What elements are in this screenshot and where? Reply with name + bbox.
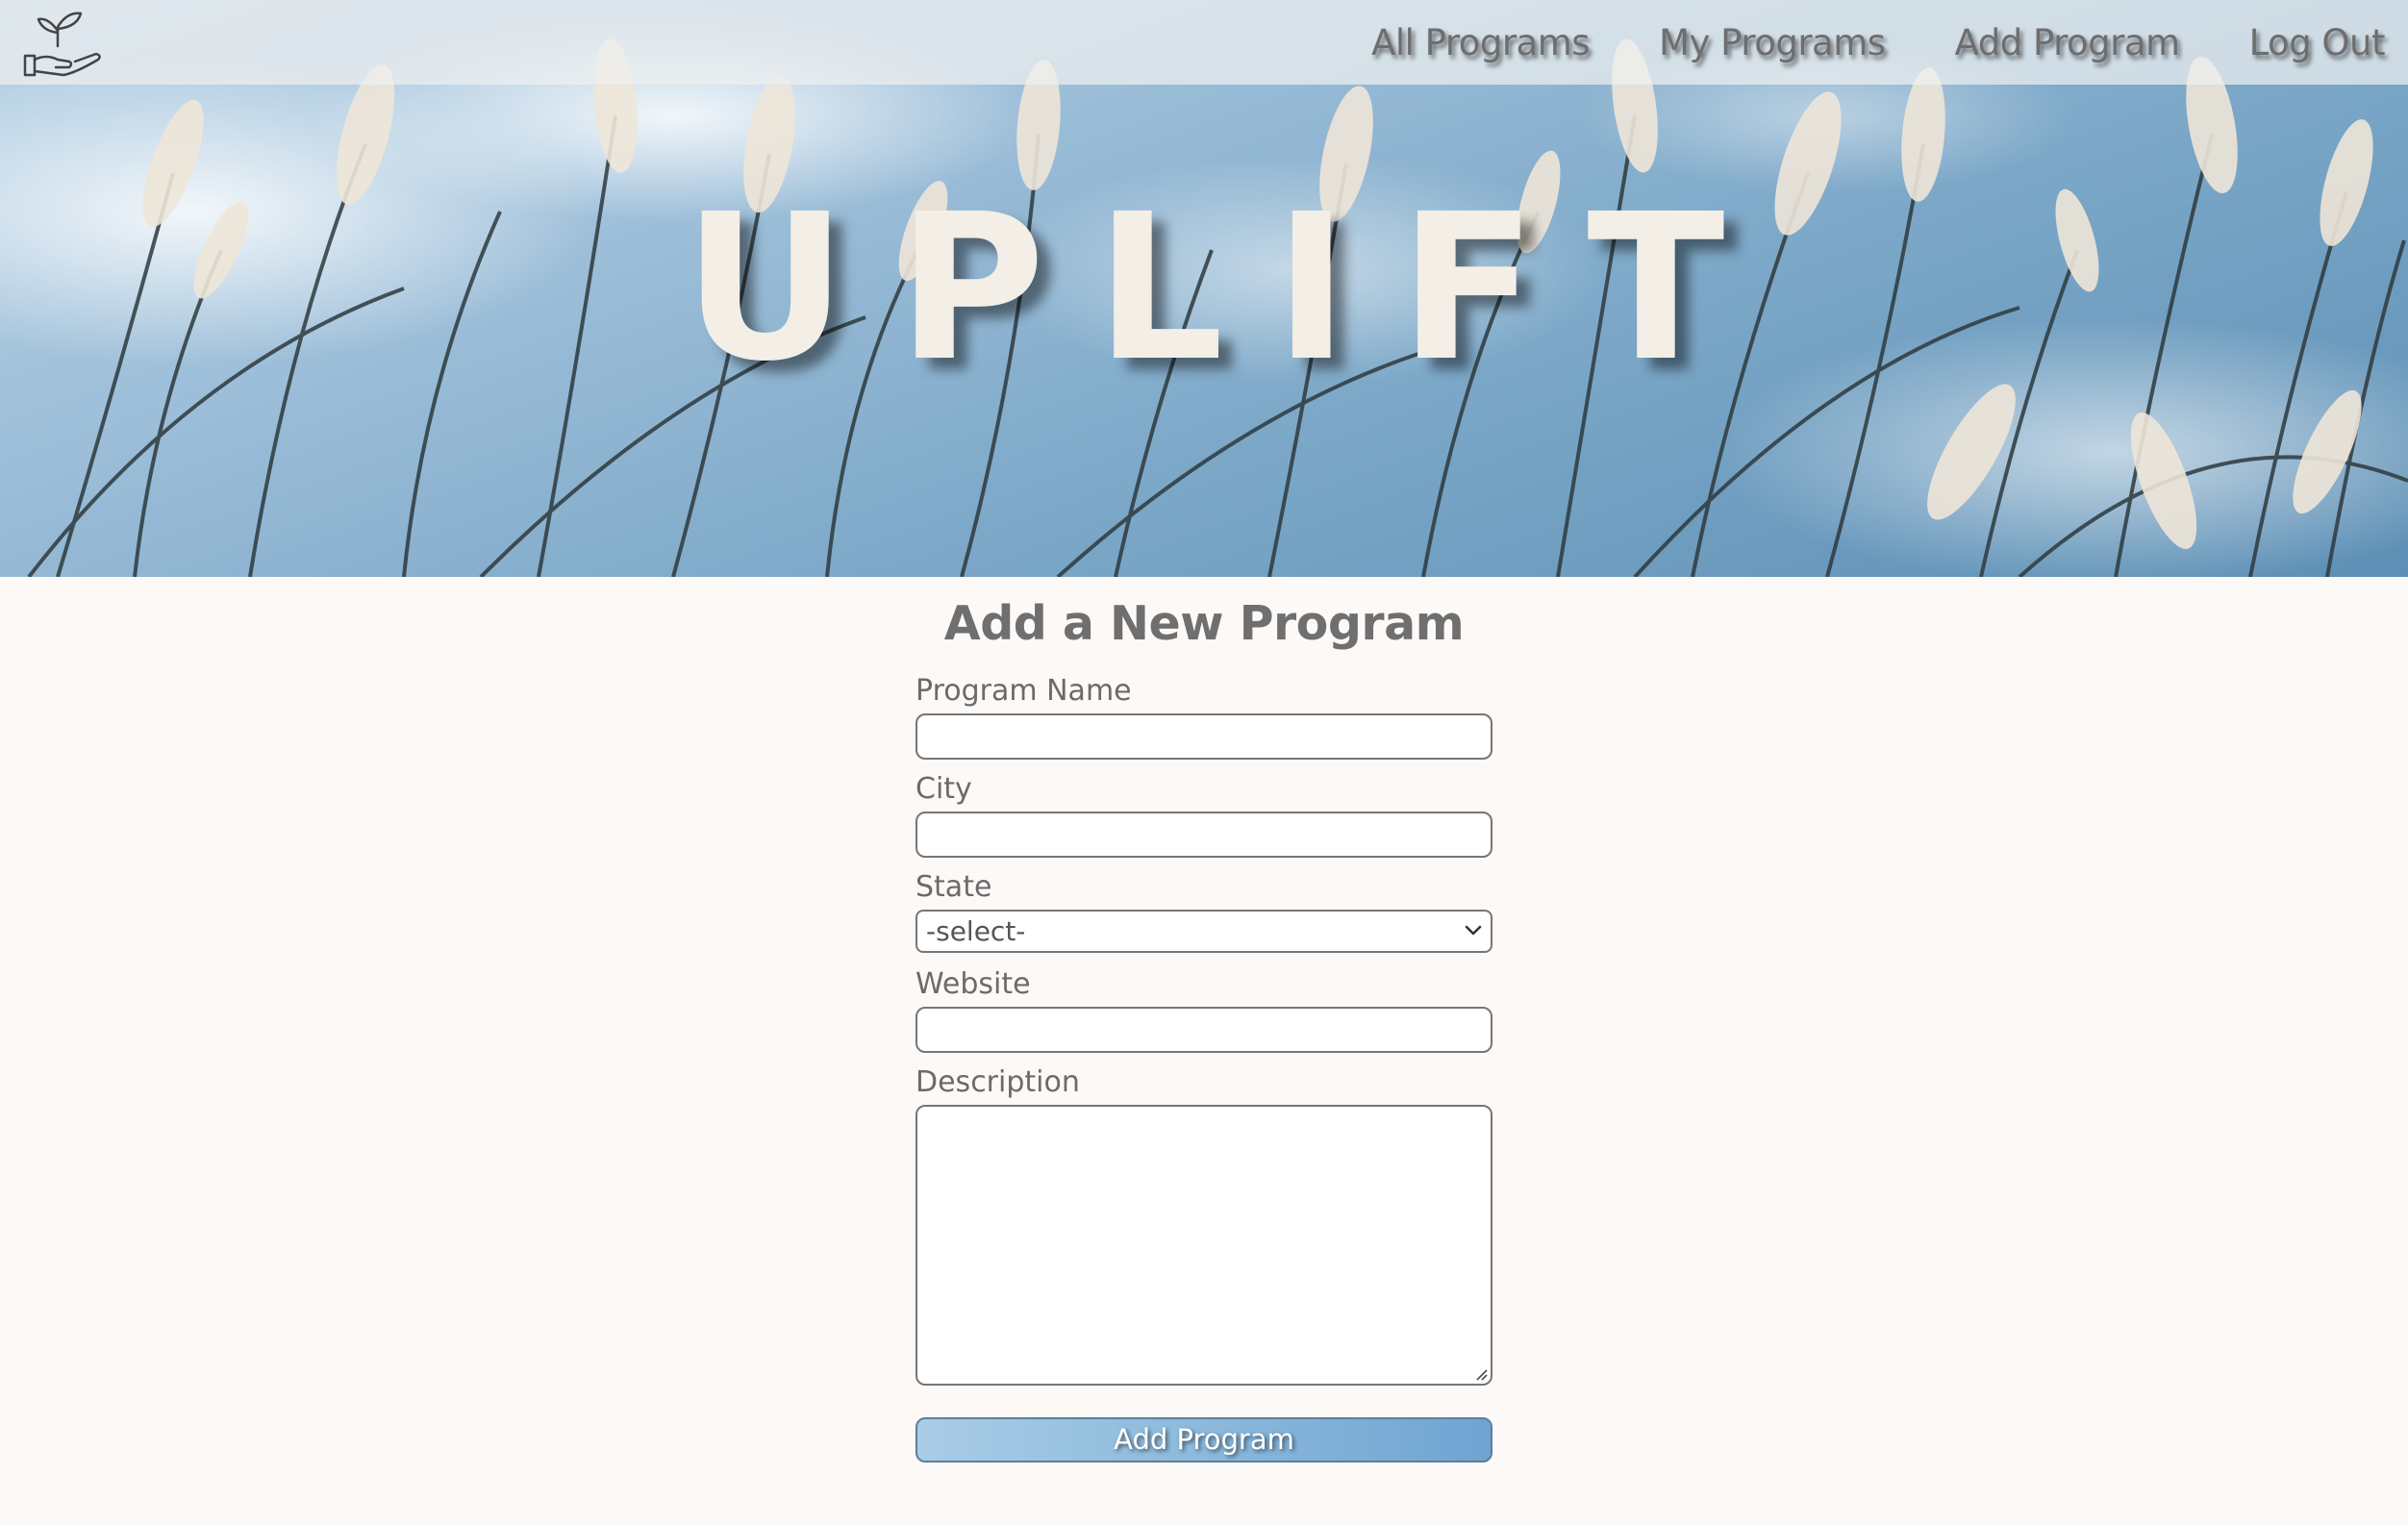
hero-banner: All Programs My Programs Add Program Log…	[0, 0, 2408, 577]
chevron-down-icon	[1465, 925, 1482, 936]
nav-add-program[interactable]: Add Program	[1955, 22, 2181, 63]
city-label: City	[916, 772, 972, 806]
website-label: Website	[916, 967, 1031, 1001]
add-program-button[interactable]: Add Program	[916, 1417, 1492, 1462]
top-navbar: All Programs My Programs Add Program Log…	[0, 0, 2408, 85]
nav-all-programs[interactable]: All Programs	[1371, 22, 1591, 63]
program-name-label: Program Name	[916, 674, 1132, 708]
program-name-input[interactable]	[916, 713, 1492, 760]
description-label: Description	[916, 1065, 1080, 1099]
page-title: Add a New Program	[943, 596, 1465, 651]
state-select[interactable]: -select-	[916, 910, 1492, 953]
add-program-form: Add a New Program Program Name City Stat…	[916, 587, 1492, 1462]
nav-my-programs[interactable]: My Programs	[1659, 22, 1886, 63]
city-input[interactable]	[916, 812, 1492, 858]
state-select-value: -select-	[926, 915, 1026, 947]
resize-handle-icon[interactable]	[1472, 1365, 1488, 1381]
hand-sprout-icon[interactable]	[21, 6, 104, 79]
brand-title: UPLIFT	[683, 170, 1775, 406]
website-input[interactable]	[916, 1007, 1492, 1053]
description-textarea[interactable]	[916, 1105, 1492, 1386]
nav-log-out[interactable]: Log Out	[2249, 22, 2386, 63]
nav-links: All Programs My Programs Add Program Log…	[1302, 0, 2385, 85]
state-label: State	[916, 870, 992, 904]
